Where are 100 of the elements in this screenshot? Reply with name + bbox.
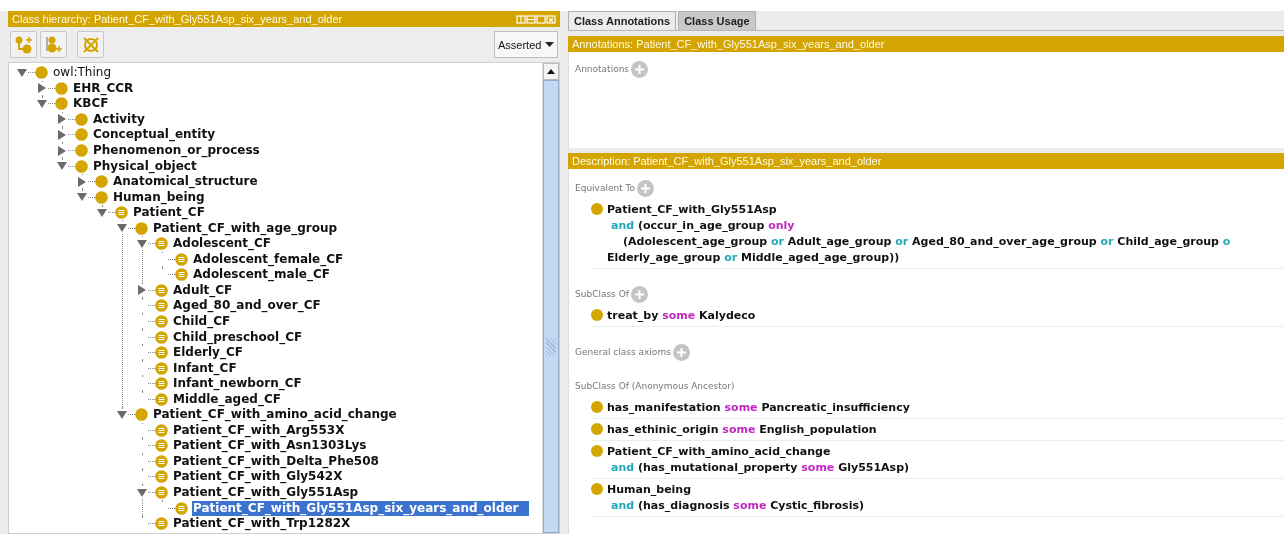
expression-text: Patient_CF_with_amino_acid_change [607, 444, 831, 458]
collapse-arrow-icon[interactable] [137, 238, 147, 249]
panel-title: Annotations: Patient_CF_with_Gly551Asp_six_years_and_older [572, 38, 885, 50]
collapse-arrow-icon[interactable] [77, 192, 87, 203]
class-icon [135, 221, 148, 235]
tab[interactable]: Class Usage [678, 11, 756, 30]
tree-item[interactable]: Patient_CF_with_Trp1282X [172, 516, 361, 532]
tree-item[interactable]: Child_CF [172, 314, 241, 329]
tree-item[interactable]: owl:Thing [52, 65, 122, 81]
class-icon [95, 190, 108, 204]
defined-class-icon [155, 439, 168, 453]
expand-arrow-icon[interactable] [137, 285, 147, 296]
expression-text: Human_being [607, 482, 692, 496]
expression-text: Elderly_age_group or Middle_aged_age_group)) [607, 250, 900, 264]
defined-class-icon [155, 237, 168, 251]
expression-text: and (has_mutational_property some Gly551Asp) [611, 460, 910, 474]
collapse-arrow-icon[interactable] [117, 223, 127, 234]
defined-class-icon [155, 346, 168, 360]
collapse-arrow-icon[interactable] [37, 98, 47, 109]
tree-item[interactable]: Human_being [112, 189, 215, 205]
expression-text: has_ethinic_origin some English_population [607, 422, 877, 436]
tree-item[interactable]: Patient_CF_with_Gly551Asp_six_years_and_older [192, 500, 529, 516]
tree-item[interactable]: Elderly_CF [172, 345, 253, 361]
defined-class-icon [155, 299, 168, 313]
tree-item[interactable]: Phenomenon_or_process [92, 143, 270, 158]
add-sibling-icon [43, 34, 64, 55]
tab[interactable]: Class Annotations [568, 11, 677, 30]
defined-class-icon [155, 377, 168, 391]
tree-item[interactable]: Activity [92, 111, 155, 127]
section-label: SubClass Of [575, 289, 629, 299]
collapse-arrow-icon[interactable] [97, 207, 107, 218]
tree-item[interactable]: Adolescent_CF [172, 236, 282, 252]
tree-item[interactable]: KBCF [72, 96, 119, 112]
tree-item[interactable]: Patient_CF_with_Gly542X [172, 469, 353, 485]
collapse-arrow-icon[interactable] [57, 161, 67, 172]
class-icon [55, 81, 68, 95]
tree-item[interactable]: Patient_CF_with_age_group [152, 220, 348, 236]
class-icon [591, 401, 603, 413]
tree-item[interactable]: Anatomical_structure [112, 174, 268, 190]
class-icon [591, 423, 603, 435]
tree-item[interactable]: Patient_CF [132, 205, 215, 221]
expression-text: has_manifestation some Pancreatic_insufficiency [607, 400, 910, 414]
expand-arrow-icon[interactable] [57, 129, 67, 140]
tree-item[interactable]: Infant_CF [172, 360, 247, 376]
tree-item[interactable]: Child_preschool_CF [172, 329, 313, 345]
up-arrow-icon [547, 69, 555, 74]
expand-arrow-icon[interactable] [77, 176, 87, 187]
defined-class-icon [175, 501, 188, 515]
defined-class-icon [155, 470, 168, 484]
class-icon [35, 66, 48, 80]
section-label: Annotations [575, 64, 630, 74]
collapse-arrow-icon[interactable] [137, 487, 147, 498]
tree-item[interactable]: Infant_newborn_CF [172, 376, 312, 392]
class-icon [95, 175, 108, 189]
defined-class-icon [155, 423, 168, 437]
tree-item[interactable]: EHR_CCR [72, 80, 144, 96]
tree-item[interactable]: Adult_CF [172, 282, 243, 298]
tree-item[interactable]: Adolescent_male_CF [192, 267, 340, 283]
expand-arrow-icon[interactable] [37, 83, 47, 94]
defined-class-icon [155, 517, 168, 531]
tree-item[interactable]: Middle_aged_CF [172, 391, 291, 407]
tree-item[interactable]: Patient_CF_with_amino_acid_change [152, 407, 407, 423]
expression-text: and (occur_in_age_group only [611, 218, 795, 232]
defined-class-icon [115, 206, 128, 220]
defined-class-icon [175, 268, 188, 282]
tree-item[interactable]: Patient_CF_with_Delta_Phe508 [172, 453, 389, 469]
panel-title: Description: Patient_CF_with_Gly551Asp_six_years_and_older [572, 155, 882, 167]
tree-item[interactable]: Conceptual_entity [92, 127, 225, 143]
tree-item[interactable]: Patient_CF_with_Arg553X [172, 422, 355, 438]
tree-item[interactable]: Patient_CF_with_Asn1303Lys [172, 438, 377, 454]
expand-arrow-icon[interactable] [57, 114, 67, 125]
collapse-arrow-icon[interactable] [117, 409, 127, 420]
tree-item[interactable]: Physical_object [92, 158, 207, 174]
defined-class-icon [155, 283, 168, 297]
tree-item[interactable]: Adolescent_female_CF [192, 251, 354, 267]
expression-text: and (has_diagnosis some Cystic_fibrosis) [611, 498, 864, 512]
defined-class-icon [155, 486, 168, 500]
section-label: Equivalent To [575, 183, 636, 193]
class-icon [591, 483, 603, 495]
class-icon [591, 445, 603, 457]
defined-class-icon [155, 454, 168, 468]
defined-class-icon [175, 252, 188, 266]
class-icon [55, 97, 68, 111]
defined-class-icon [155, 315, 168, 328]
tree-item[interactable]: Aged_80_and_over_CF [172, 298, 331, 314]
expand-arrow-icon[interactable] [57, 145, 67, 156]
class-icon [75, 159, 88, 173]
dropdown-caret-icon [545, 42, 554, 47]
view-dropdown[interactable]: Asserted [494, 31, 558, 58]
tree-item[interactable]: Patient_CF_with_Gly551Asp [172, 485, 369, 501]
class-icon [75, 128, 88, 142]
class-icon [75, 144, 88, 157]
expression-text: Patient_CF_with_Gly551Asp [607, 202, 777, 216]
collapse-arrow-icon[interactable] [17, 67, 27, 78]
class-icon [75, 112, 88, 126]
section-label: SubClass Of (Anonymous Ancestor) [575, 381, 735, 391]
section-label: General class axioms [575, 347, 671, 357]
panel-title: Class hierarchy: Patient_CF_with_Gly551Asp_six_years_and_older [12, 13, 343, 25]
defined-class-icon [155, 330, 168, 344]
scroll-up-button[interactable] [543, 63, 559, 80]
